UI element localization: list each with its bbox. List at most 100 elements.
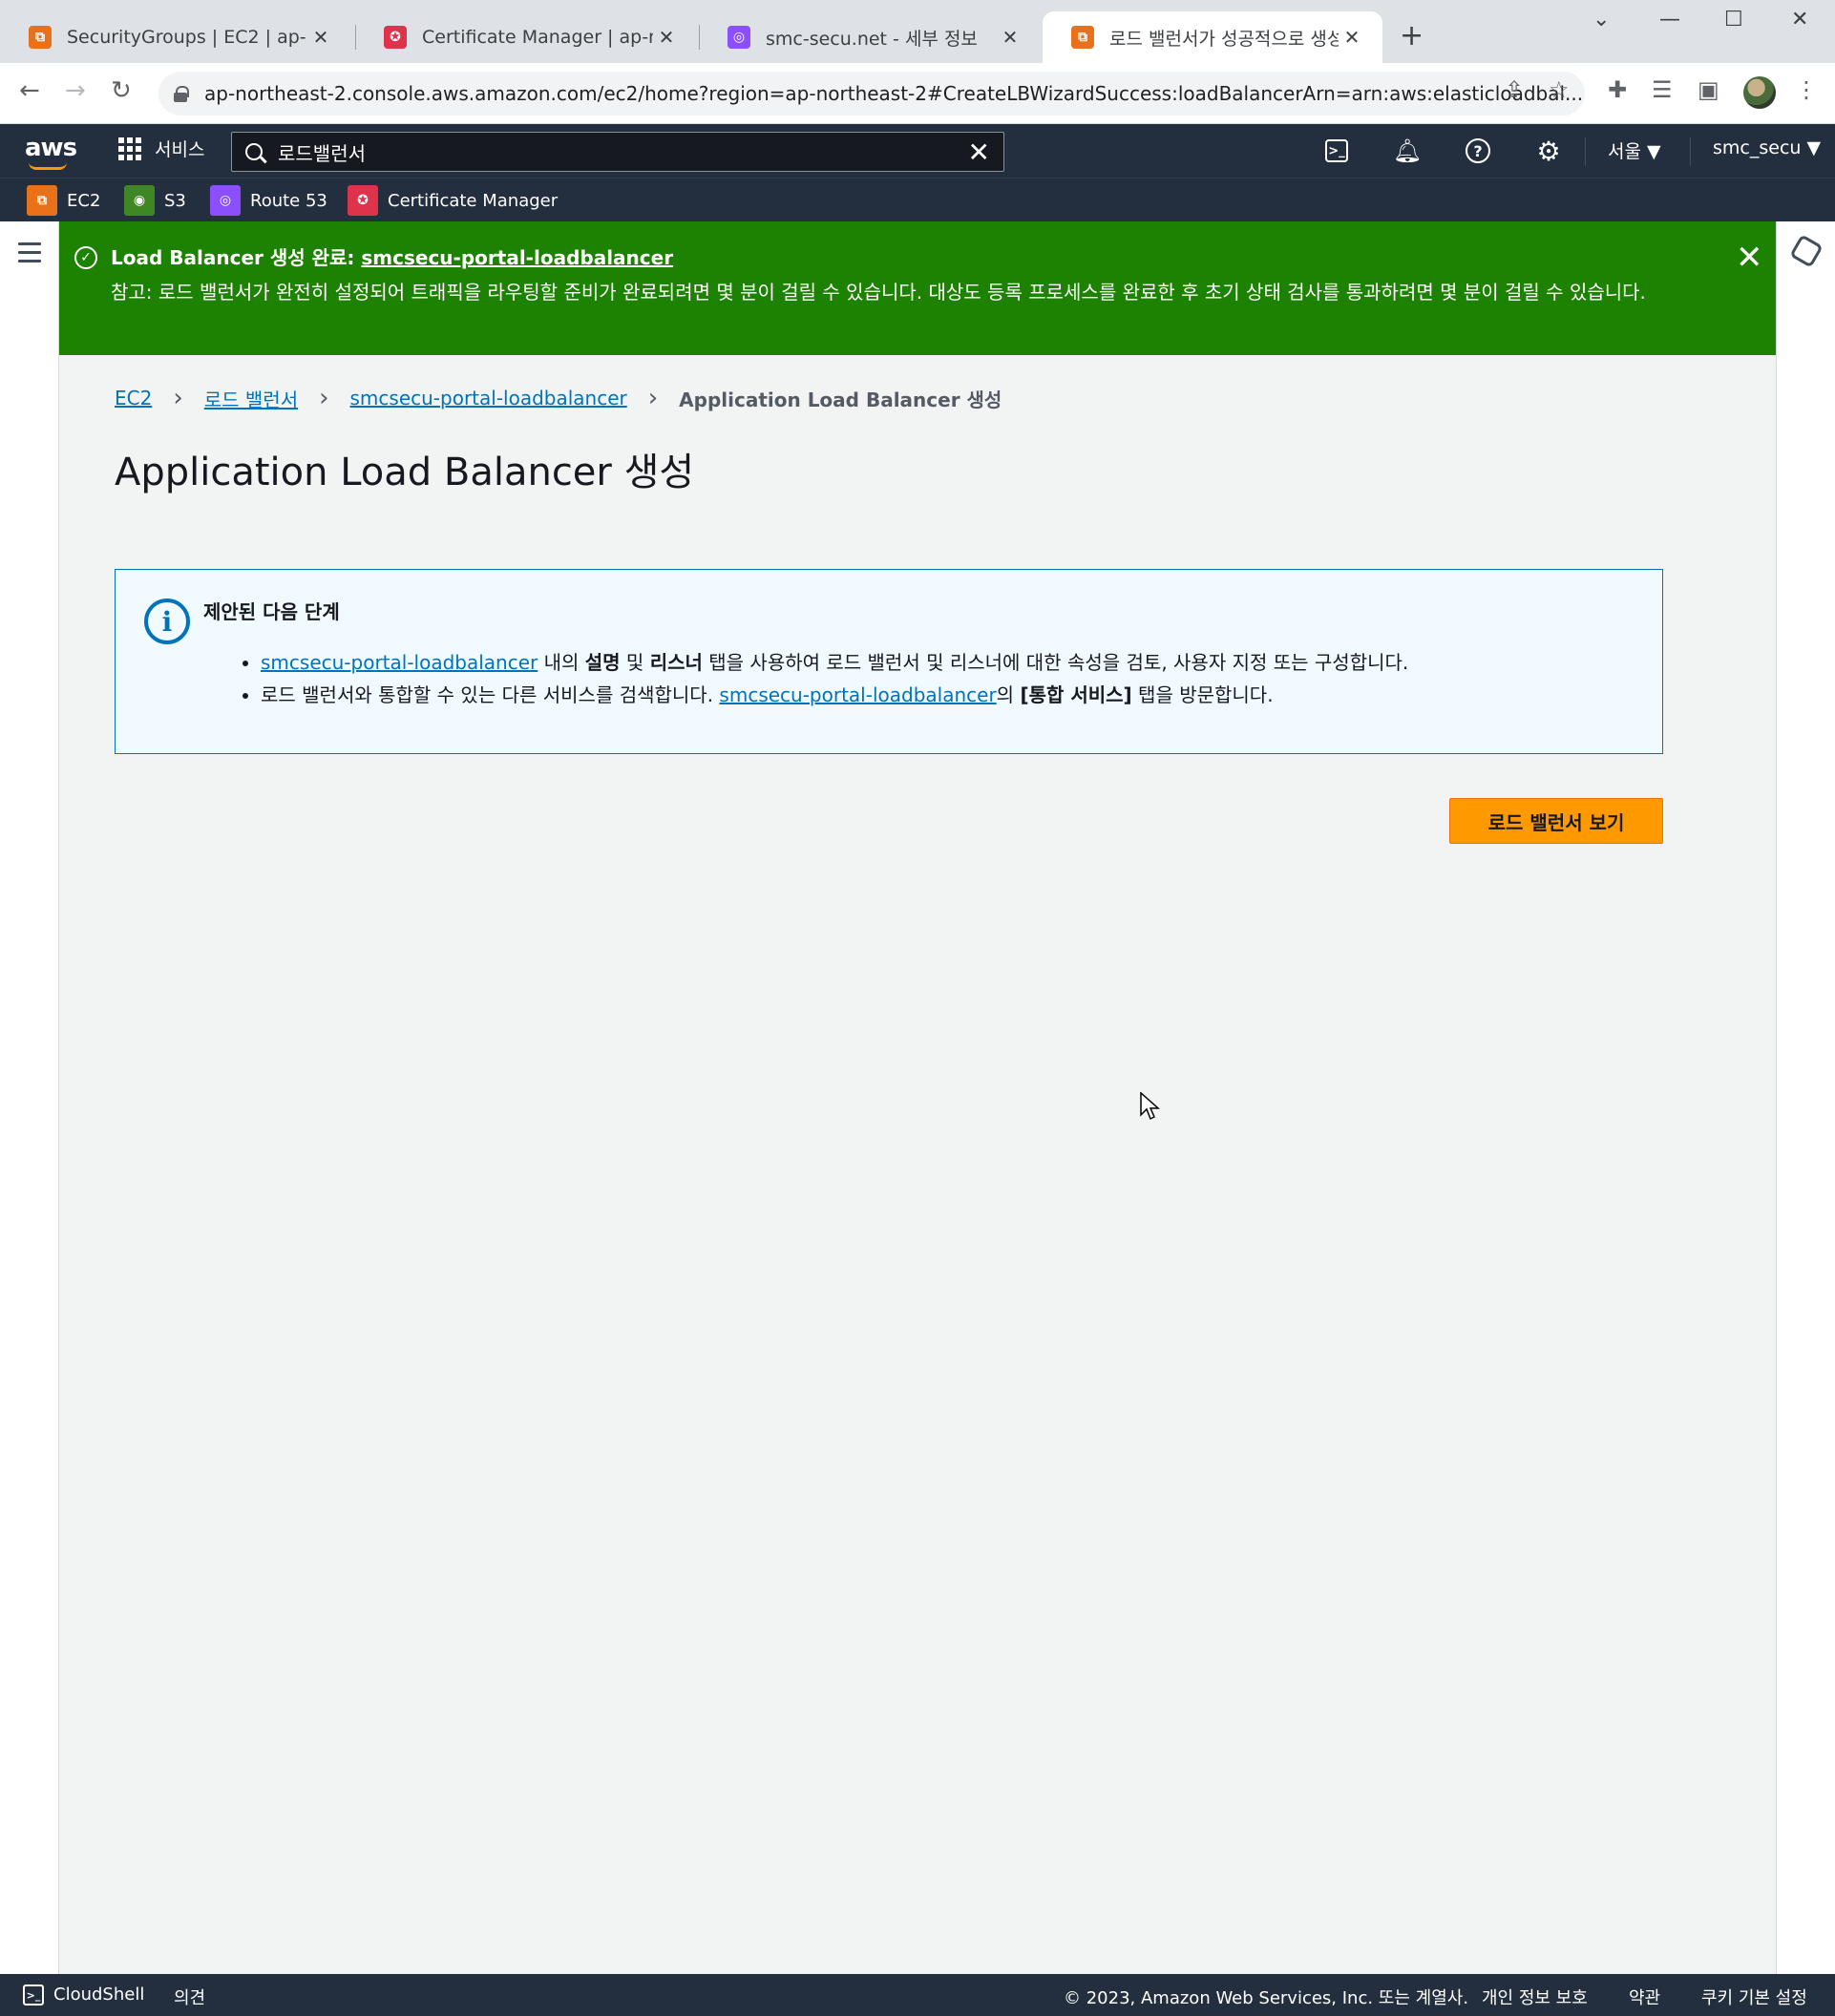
success-flash-banner: ✓ Load Balancer 생성 완료: smcsecu-portal-lo… (59, 221, 1776, 355)
cloudshell-icon: >_ (23, 1984, 44, 2006)
list-item: smcsecu-portal-loadbalancer 내의 설명 및 리스너 … (261, 646, 1408, 679)
privacy-link[interactable]: 개인 정보 보호 (1482, 1984, 1588, 2009)
bookmark-star-icon[interactable]: ☆ (1549, 76, 1570, 103)
settings-gear-icon[interactable]: ⚙ (1531, 134, 1566, 168)
browser-tab-load-balancer-success[interactable]: ⧉ 로드 밸런서가 성공적으로 생성됨 ✕ (1043, 11, 1382, 63)
forward-icon[interactable]: → (65, 76, 86, 105)
window-close-icon[interactable]: ✕ (1791, 8, 1808, 32)
browser-tab-securitygroups[interactable]: ⧉ SecurityGroups | EC2 | ap-northeast-2 … (0, 11, 351, 63)
info-bold-text: 설명 (584, 651, 621, 674)
browser-toolbar: ← → ↻ ap-northeast-2.console.aws.amazon.… (0, 63, 1835, 124)
extensions-icon[interactable]: ✚ (1608, 76, 1627, 103)
minimize-icon[interactable]: — (1659, 8, 1680, 32)
help-icon[interactable]: ? (1461, 134, 1495, 168)
s3-bucket-icon: ◉ (124, 185, 155, 216)
route53-favicon-icon: ◎ (728, 26, 750, 49)
flash-heading: Load Balancer 생성 완료: smcsecu-portal-load… (111, 242, 1690, 270)
ec2-favicon-icon: ⧉ (1071, 26, 1094, 49)
browser-menu-icon[interactable]: ⋮ (1795, 76, 1818, 103)
flash-close-icon[interactable]: ✕ (1736, 239, 1763, 277)
browser-tab-route53[interactable]: ◎ smc-secu.net - 세부 정보 ✕ (699, 11, 1041, 63)
chevron-right-icon: › (173, 384, 183, 412)
next-steps-info-box: i 제안된 다음 단계 smcsecu-portal-loadbalancer … (115, 569, 1663, 754)
info-icon: i (144, 598, 190, 644)
address-bar[interactable]: ap-northeast-2.console.aws.amazon.com/ec… (158, 72, 1585, 116)
favorite-certificate-manager[interactable]: ✪ Certificate Manager (348, 185, 558, 216)
tab-title: Certificate Manager | ap-northeast-2 (422, 27, 653, 48)
side-navigation-rail (0, 221, 59, 1974)
favorite-label: Certificate Manager (388, 190, 559, 211)
favorite-label: Route 53 (250, 190, 327, 211)
load-balancer-link[interactable]: smcsecu-portal-loadbalancer (719, 683, 996, 706)
flash-heading-text: Load Balancer 생성 완료: (111, 246, 362, 269)
tools-hexagon-icon[interactable] (1789, 234, 1824, 268)
tab-close-icon[interactable]: ✕ (997, 26, 1023, 49)
services-label: 서비스 (155, 139, 205, 160)
breadcrumb-load-balancer-link[interactable]: smcsecu-portal-loadbalancer (350, 387, 627, 410)
info-text: 및 (620, 651, 650, 674)
cookie-preferences-link[interactable]: 쿠키 기본 설정 (1701, 1984, 1807, 2009)
flash-load-balancer-link[interactable]: smcsecu-portal-loadbalancer (361, 246, 673, 269)
route53-icon: ◎ (210, 185, 241, 216)
aws-logo-text: aws (25, 134, 77, 162)
nav-divider (1690, 137, 1691, 166)
share-icon[interactable]: ⇪ (1505, 76, 1524, 103)
load-balancer-link[interactable]: smcsecu-portal-loadbalancer (261, 651, 538, 674)
breadcrumb-load-balancers-link[interactable]: 로드 밸런서 (204, 385, 298, 412)
browser-tab-certificate-manager[interactable]: ✪ Certificate Manager | ap-northeast-2 ✕ (355, 11, 697, 63)
favorite-s3[interactable]: ◉ S3 (124, 185, 186, 216)
aws-smile-icon (29, 162, 67, 170)
reload-icon[interactable]: ↻ (111, 76, 132, 105)
favorite-route53[interactable]: ◎ Route 53 (210, 185, 327, 216)
search-value: 로드밸런서 (278, 141, 366, 165)
info-text: 내의 (538, 651, 585, 674)
tab-close-icon[interactable]: ✕ (1339, 26, 1365, 49)
browser-tab-strip: ⧉ SecurityGroups | EC2 | ap-northeast-2 … (0, 0, 1835, 63)
breadcrumb: EC2 › 로드 밸런서 › smcsecu-portal-loadbalanc… (115, 384, 1002, 412)
console-footer: >_ CloudShell 의견 © 2023, Amazon Web Servi… (0, 1974, 1835, 2016)
favorite-ec2[interactable]: ⧉ EC2 (27, 185, 100, 216)
new-tab-button[interactable]: + (1400, 19, 1424, 52)
account-menu[interactable]: smc_secu ▼ (1713, 137, 1821, 158)
notifications-bell-icon[interactable]: 🔔︎ (1390, 134, 1424, 168)
search-input[interactable]: 로드밸런서 ✕ (231, 132, 1004, 172)
cloudshell-label: CloudShell (53, 1984, 145, 2005)
favorite-label: S3 (164, 190, 186, 211)
side-panel-icon[interactable]: ▣ (1698, 76, 1719, 103)
grid-icon (118, 136, 141, 160)
back-icon[interactable]: ← (19, 76, 40, 105)
info-bold-text: 리스너 (649, 651, 703, 674)
ec2-favicon-icon: ⧉ (29, 26, 52, 49)
view-load-balancer-button[interactable]: 로드 밸런서 보기 (1449, 798, 1663, 844)
aws-top-nav: aws 서비스 로드밸런서 ✕ >_ 🔔︎ ? ⚙ 서울 ▼ smc_secu … (0, 124, 1835, 178)
success-check-icon: ✓ (74, 246, 97, 269)
ec2-icon: ⧉ (27, 185, 57, 216)
feedback-link[interactable]: 의견 (174, 1984, 205, 2009)
page-title: Application Load Balancer 생성 (115, 451, 695, 494)
info-text: 의 (996, 683, 1021, 706)
region-selector[interactable]: 서울 ▼ (1608, 137, 1661, 163)
next-steps-list: smcsecu-portal-loadbalancer 내의 설명 및 리스너 … (261, 646, 1408, 711)
breadcrumb-ec2-link[interactable]: EC2 (115, 387, 152, 410)
chevron-right-icon: › (319, 384, 329, 412)
profile-avatar[interactable] (1743, 76, 1776, 109)
reading-list-icon[interactable]: ☰ (1652, 76, 1673, 103)
favorites-bar: ⧉ EC2 ◉ S3 ◎ Route 53 ✪ Certificate Mana… (0, 178, 1835, 221)
terms-link[interactable]: 약관 (1629, 1984, 1660, 2009)
info-text: 탭을 사용하여 로드 밸런서 및 리스너에 대한 속성을 검토, 사용자 지정 … (702, 651, 1409, 674)
services-menu-button[interactable]: 서비스 (118, 136, 204, 161)
tab-close-icon[interactable]: ✕ (307, 26, 334, 49)
info-text: 탭을 방문합니다. (1131, 683, 1274, 706)
tab-search-icon[interactable]: ⌄ (1592, 8, 1610, 32)
cloudshell-icon[interactable]: >_ (1319, 134, 1354, 168)
search-icon (245, 143, 263, 160)
nav-divider (1585, 137, 1586, 166)
maximize-icon[interactable]: ☐ (1724, 8, 1743, 32)
clear-search-icon[interactable]: ✕ (968, 136, 990, 168)
tools-panel-rail (1776, 221, 1835, 1974)
cloudshell-button[interactable]: >_ CloudShell (23, 1984, 144, 2006)
aws-logo[interactable]: aws (25, 134, 77, 170)
tab-close-icon[interactable]: ✕ (653, 26, 680, 49)
info-bold-text: [통합 서비스] (1020, 683, 1132, 706)
hamburger-menu-icon[interactable] (18, 242, 41, 268)
